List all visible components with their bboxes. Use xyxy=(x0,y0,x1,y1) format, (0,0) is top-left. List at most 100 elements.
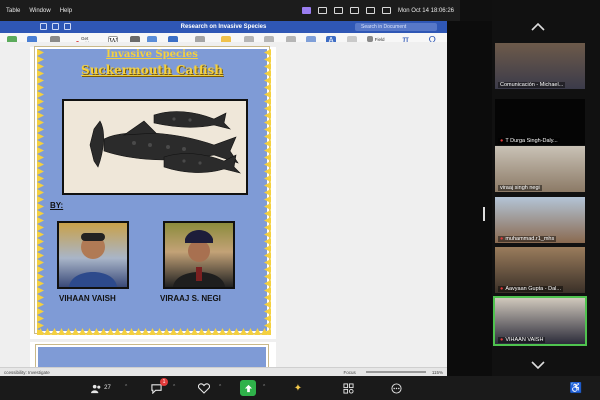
border-triangle xyxy=(37,126,44,133)
border-triangle xyxy=(247,328,254,335)
status-bar: ccessibility: Investigate Focus 115% xyxy=(0,367,447,376)
zoom-slider[interactable] xyxy=(365,371,426,373)
menu-window[interactable]: Window xyxy=(29,8,50,14)
focus-button[interactable]: Focus xyxy=(344,370,356,375)
participant-tile-active[interactable]: ● VIHAAN VAISH xyxy=(493,296,587,346)
border-triangle xyxy=(37,91,44,98)
chevron-up-icon[interactable]: ⌃ xyxy=(262,384,266,390)
border-triangle xyxy=(226,328,233,335)
border-triangle xyxy=(264,280,271,287)
border-triangle xyxy=(264,147,271,154)
next-page xyxy=(30,342,276,367)
participant-tile[interactable]: ● muhammad.r1_mhs xyxy=(495,197,585,243)
redo-icon[interactable] xyxy=(64,23,71,30)
accessibility-button[interactable]: ♿ xyxy=(568,380,584,396)
menu-help[interactable]: Help xyxy=(60,8,72,14)
menu-table[interactable]: Table xyxy=(6,8,20,14)
participants-count: 27 xyxy=(104,385,111,391)
border-triangle xyxy=(37,287,44,294)
border-triangle xyxy=(264,266,271,273)
border-triangle xyxy=(264,224,271,231)
border-triangle xyxy=(264,245,271,252)
border-triangle xyxy=(72,328,79,335)
participant-tile[interactable]: Comunicación - Michael... xyxy=(495,43,585,89)
participant-name: viraaj singh negi xyxy=(498,185,542,191)
border-triangle xyxy=(79,328,86,335)
catfish-photo[interactable] xyxy=(62,99,248,195)
chevron-up-icon[interactable]: ⌃ xyxy=(172,384,176,390)
border-triangle xyxy=(264,203,271,210)
by-label: BY: xyxy=(50,201,64,210)
document-canvas[interactable]: Invasive Species Suckermouth Catfish BY:… xyxy=(0,42,447,367)
accessibility-status[interactable]: ccessibility: Investigate xyxy=(4,370,50,375)
border-triangle xyxy=(37,119,44,126)
participants-icon xyxy=(91,384,101,393)
share-screen-button[interactable] xyxy=(240,380,256,396)
border-triangle xyxy=(37,154,44,161)
wifi-icon[interactable] xyxy=(349,7,359,14)
chevron-up-icon[interactable]: ⌃ xyxy=(124,384,128,390)
border-triangle xyxy=(240,328,247,335)
next-page-poster xyxy=(35,344,269,367)
participant-tile[interactable]: ● T Durga Singh-Daly... xyxy=(495,99,585,145)
search-icon[interactable] xyxy=(365,7,375,14)
ai-companion-button[interactable]: ✦ xyxy=(290,380,306,396)
chat-badge: 1 xyxy=(160,378,168,386)
border-triangle xyxy=(264,308,271,315)
border-triangle xyxy=(264,98,271,105)
participants-button[interactable]: 27 xyxy=(88,380,114,396)
border-triangle xyxy=(121,328,128,335)
border-triangle xyxy=(37,266,44,273)
zoom-level[interactable]: 115% xyxy=(432,370,443,375)
quick-access-toolbar xyxy=(40,23,71,30)
battery-icon[interactable] xyxy=(333,7,343,14)
border-triangle xyxy=(177,328,184,335)
participant-tile[interactable]: viraaj singh negi xyxy=(495,146,585,192)
border-triangle xyxy=(37,175,44,182)
resize-handle[interactable] xyxy=(483,207,485,221)
more-button[interactable] xyxy=(388,380,404,396)
chevron-down-icon[interactable] xyxy=(530,360,546,370)
border-triangle xyxy=(44,328,51,335)
person-silhouette xyxy=(173,230,225,287)
border-triangle xyxy=(264,140,271,147)
reactions-button[interactable] xyxy=(196,380,212,396)
undo-icon[interactable] xyxy=(52,23,59,30)
border-triangle xyxy=(264,189,271,196)
status-area: Mon Oct 14 18:06:26 xyxy=(301,7,460,14)
save-icon[interactable] xyxy=(40,23,47,30)
chat-button[interactable]: 1 xyxy=(148,378,168,396)
screen-share-icon[interactable] xyxy=(301,7,311,14)
border-triangle xyxy=(264,175,271,182)
document-search[interactable]: Search in Document xyxy=(355,23,437,31)
border-triangle xyxy=(37,231,44,238)
student-photo-viraaj[interactable] xyxy=(163,221,235,289)
chevron-up-icon[interactable]: ⌃ xyxy=(218,384,222,390)
poster: Invasive Species Suckermouth Catfish BY:… xyxy=(34,46,271,335)
border-triangle xyxy=(264,238,271,245)
border-triangle xyxy=(37,210,44,217)
border-triangle xyxy=(142,328,149,335)
screen: Table Window Help Mon Oct 14 18:06:26 Re… xyxy=(0,0,600,400)
border-triangle xyxy=(264,329,271,335)
border-triangle xyxy=(149,328,156,335)
border-triangle xyxy=(264,231,271,238)
border-triangle xyxy=(86,328,93,335)
border-triangle xyxy=(205,328,212,335)
border-triangle xyxy=(264,259,271,266)
apps-button[interactable] xyxy=(340,380,356,396)
border-triangle xyxy=(100,328,107,335)
student-photo-vihaan[interactable] xyxy=(57,221,129,289)
border-triangle xyxy=(233,328,240,335)
border-triangle xyxy=(58,328,65,335)
student-name-1: VIHAAN VAISH xyxy=(59,294,116,303)
display-icon[interactable] xyxy=(317,7,327,14)
control-center-icon[interactable] xyxy=(381,7,391,14)
chevron-up-icon[interactable] xyxy=(530,22,546,32)
clock[interactable]: Mon Oct 14 18:06:26 xyxy=(398,8,454,14)
border-triangle xyxy=(264,105,271,112)
border-triangle xyxy=(37,273,44,280)
meeting-controls: 27 ⌃ 1 ⌃ ⌃ ⌃ ✦ ♿ xyxy=(0,376,600,400)
participant-tile[interactable]: ● Aavyaan Gupta - Dal... xyxy=(495,247,585,293)
menu-items: Table Window Help xyxy=(0,8,72,14)
